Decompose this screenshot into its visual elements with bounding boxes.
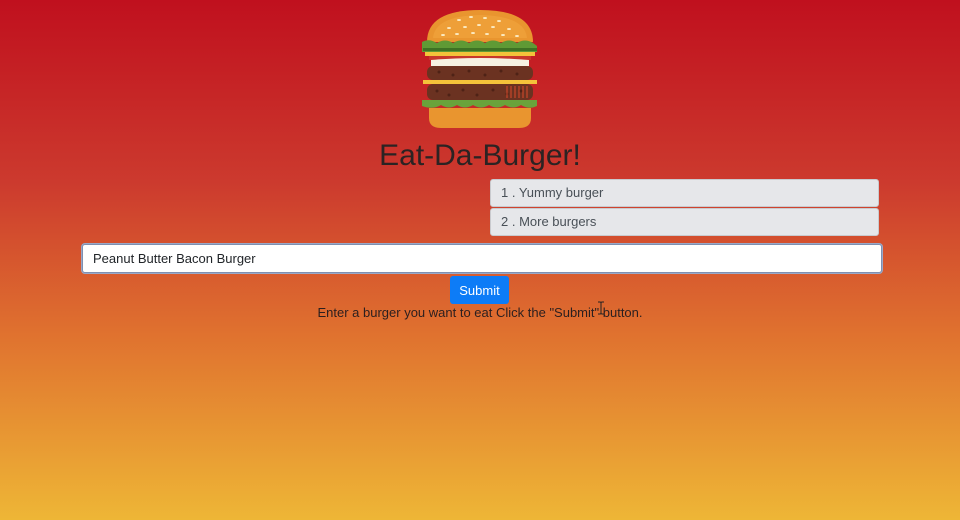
instructions-text: Enter a burger you want to eat Click the… bbox=[317, 305, 643, 320]
burger-icon bbox=[422, 10, 537, 128]
page-title: Eat-Da-Burger! bbox=[379, 139, 581, 172]
submit-button[interactable]: Submit bbox=[450, 276, 509, 304]
burger-list-item[interactable]: 1 . Yummy burger bbox=[490, 179, 879, 207]
burger-list-item[interactable]: 2 . More burgers bbox=[490, 208, 879, 236]
text-cursor-icon bbox=[598, 301, 604, 315]
burger-name-input[interactable] bbox=[82, 244, 882, 273]
burger-list: 1 . Yummy burger 2 . More burgers bbox=[490, 179, 879, 237]
